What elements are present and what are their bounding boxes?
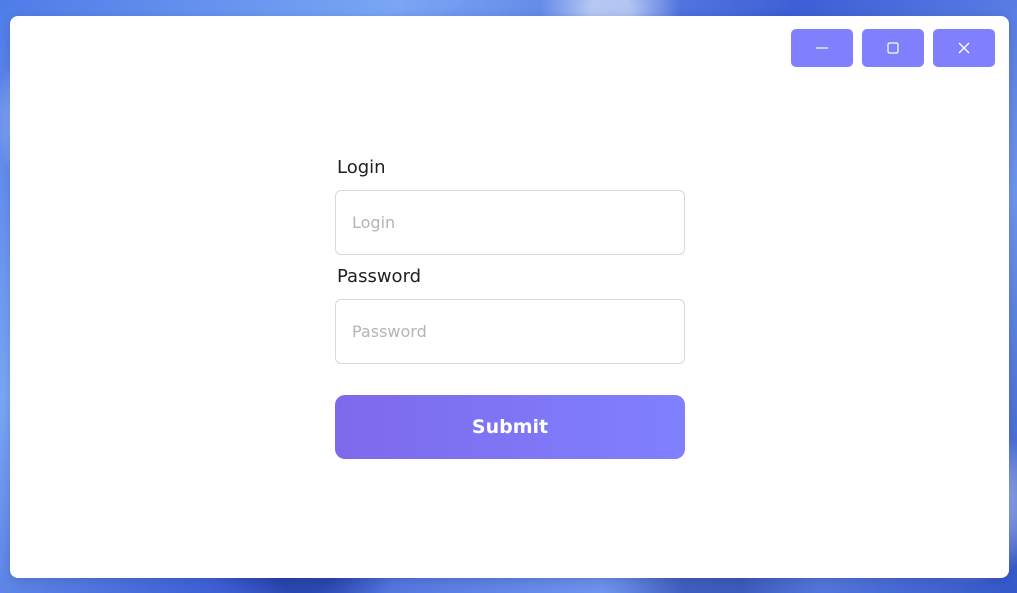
minimize-button[interactable]: [791, 29, 853, 67]
submit-button[interactable]: Submit: [335, 395, 685, 459]
login-input[interactable]: [335, 190, 685, 255]
login-label: Login: [337, 157, 386, 178]
password-label: Password: [337, 266, 422, 287]
maximize-icon: [887, 42, 899, 54]
minimize-icon: [816, 47, 828, 49]
password-input[interactable]: [335, 299, 685, 364]
window-controls: [791, 29, 995, 67]
maximize-button[interactable]: [862, 29, 924, 67]
login-form: Login Password Submit: [335, 156, 685, 459]
app-window: Login Password Submit: [10, 16, 1009, 578]
close-icon: [958, 42, 970, 54]
close-button[interactable]: [933, 29, 995, 67]
